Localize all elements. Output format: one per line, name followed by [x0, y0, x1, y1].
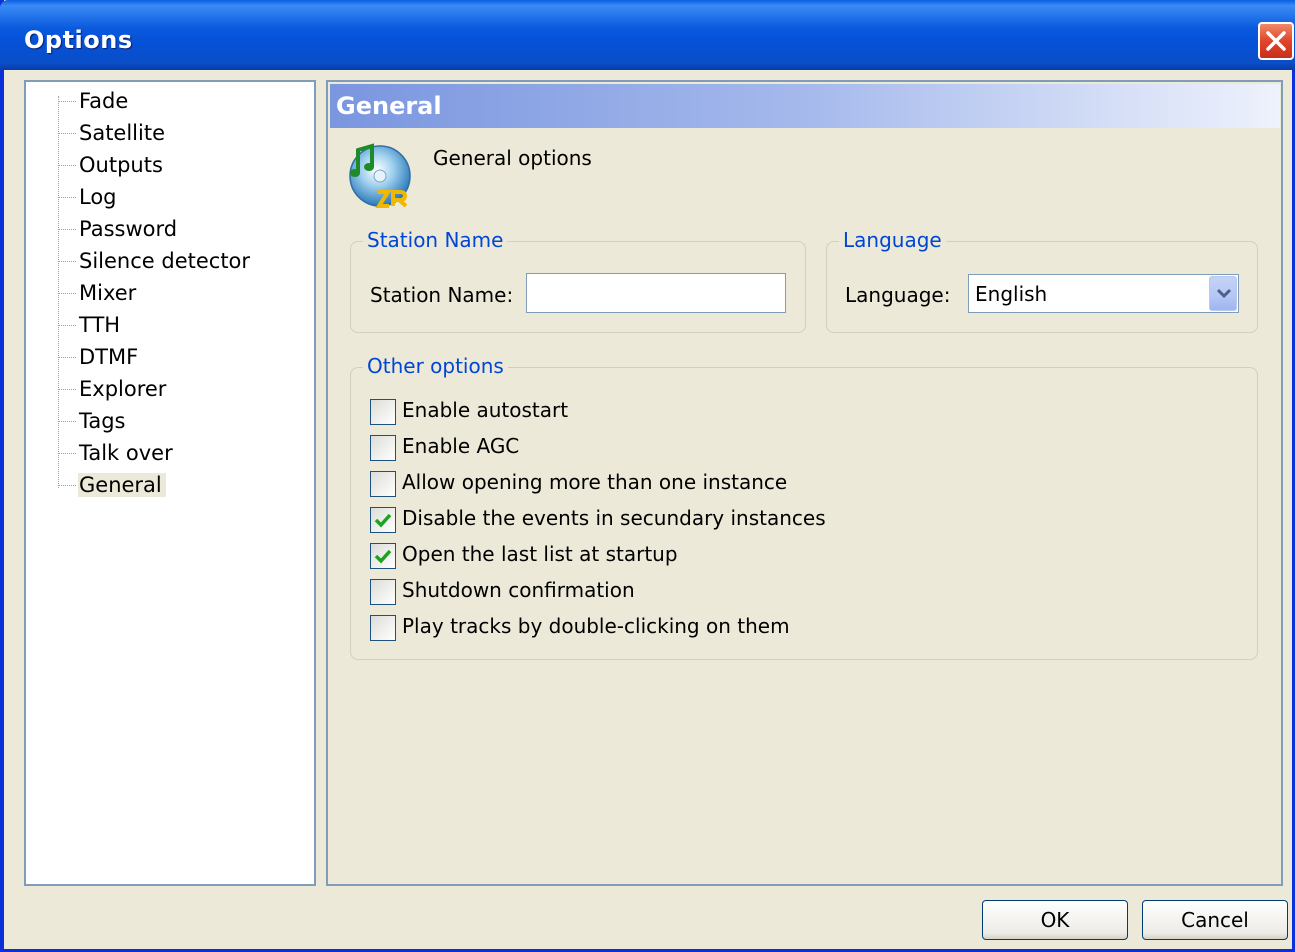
- zararadio-disc-icon: [349, 143, 411, 208]
- tree-item-outputs[interactable]: Outputs: [78, 150, 167, 180]
- disable-events-checkbox[interactable]: [370, 507, 396, 533]
- tree-connector: [58, 261, 76, 262]
- tree-item-label: General: [78, 473, 166, 497]
- tree-item-label: Explorer: [79, 377, 167, 401]
- tree-item-mixer[interactable]: Mixer: [78, 278, 140, 308]
- panel-title: General: [336, 92, 442, 120]
- tree-connector: [58, 133, 76, 134]
- checkbox-label: Enable AGC: [402, 434, 520, 458]
- tree-item-explorer[interactable]: Explorer: [78, 374, 170, 404]
- tree-connector: [58, 421, 76, 422]
- station-name-label: Station Name:: [370, 283, 514, 307]
- tree-item-satellite[interactable]: Satellite: [78, 118, 169, 148]
- tree-connector: [58, 101, 76, 102]
- tree-item-label: DTMF: [79, 345, 139, 369]
- checkbox-label: Disable the events in secundary instance…: [402, 506, 826, 530]
- tree-connector: [58, 325, 76, 326]
- cancel-button[interactable]: Cancel: [1142, 900, 1288, 940]
- tree-item-label: Fade: [79, 89, 129, 113]
- chevron-down-icon: [1216, 288, 1232, 299]
- tree-item-fade[interactable]: Fade: [78, 86, 132, 116]
- language-group-title: Language: [839, 228, 946, 252]
- ok-button[interactable]: OK: [982, 900, 1128, 940]
- station-name-group-title: Station Name: [363, 228, 508, 252]
- title-bar[interactable]: Options: [0, 0, 1295, 70]
- tree-item-tth[interactable]: TTH: [78, 310, 124, 340]
- checkmark-icon: [374, 549, 392, 564]
- tree-item-label: Outputs: [79, 153, 163, 177]
- tree-connector: [58, 485, 76, 486]
- checkmark-icon: [374, 513, 392, 528]
- tree-connector: [58, 165, 76, 166]
- checkbox-label: Open the last list at startup: [402, 542, 678, 566]
- tree-item-label: Satellite: [79, 121, 166, 145]
- language-select[interactable]: English: [968, 274, 1239, 313]
- close-icon: [1266, 31, 1286, 51]
- tree-connector: [58, 229, 76, 230]
- checkbox-label: Shutdown confirmation: [402, 578, 635, 602]
- tree-item-password[interactable]: Password: [78, 214, 181, 244]
- checkbox-label: Enable autostart: [402, 398, 569, 422]
- open-last-list-checkbox[interactable]: [370, 543, 396, 569]
- panel-header: General: [330, 84, 1280, 128]
- close-button[interactable]: [1258, 22, 1294, 60]
- tree-item-talk-over[interactable]: Talk over: [78, 438, 177, 468]
- checkbox-label: Allow opening more than one instance: [402, 470, 788, 494]
- multiple-instances-checkbox[interactable]: [370, 471, 396, 497]
- enable-agc-checkbox[interactable]: [370, 435, 396, 461]
- tree-item-tags[interactable]: Tags: [78, 406, 130, 436]
- tree-connector: [58, 96, 59, 488]
- panel-intro: General options: [433, 146, 592, 170]
- tree-item-log[interactable]: Log: [78, 182, 121, 212]
- tree-item-label: Mixer: [79, 281, 137, 305]
- tree-item-label: TTH: [79, 313, 121, 337]
- tree-item-label: Silence detector: [79, 249, 251, 273]
- language-selected: English: [975, 282, 1048, 306]
- language-label: Language:: [845, 283, 951, 307]
- tree-connector: [58, 453, 76, 454]
- tree-item-label: Log: [79, 185, 117, 209]
- enable-autostart-checkbox[interactable]: [370, 399, 396, 425]
- options-tree[interactable]: Fade Satellite Outputs Log Password Sile…: [24, 80, 316, 886]
- tree-item-label: Password: [79, 217, 178, 241]
- tree-item-label: Talk over: [79, 441, 173, 465]
- language-dropdown-button[interactable]: [1209, 276, 1237, 311]
- tree-item-dtmf[interactable]: DTMF: [78, 342, 142, 372]
- tree-connector: [58, 357, 76, 358]
- tree-connector: [58, 293, 76, 294]
- tree-item-label: Tags: [79, 409, 126, 433]
- window-title: Options: [24, 26, 133, 54]
- checkbox-label: Play tracks by double-clicking on them: [402, 614, 790, 638]
- tree-item-general[interactable]: General: [78, 470, 166, 500]
- shutdown-confirmation-checkbox[interactable]: [370, 579, 396, 605]
- tree-connector: [58, 197, 76, 198]
- double-click-play-checkbox[interactable]: [370, 615, 396, 641]
- tree-item-silence-detector[interactable]: Silence detector: [78, 246, 254, 276]
- other-options-group-title: Other options: [363, 354, 508, 378]
- station-name-input[interactable]: [526, 273, 786, 313]
- tree-connector: [58, 389, 76, 390]
